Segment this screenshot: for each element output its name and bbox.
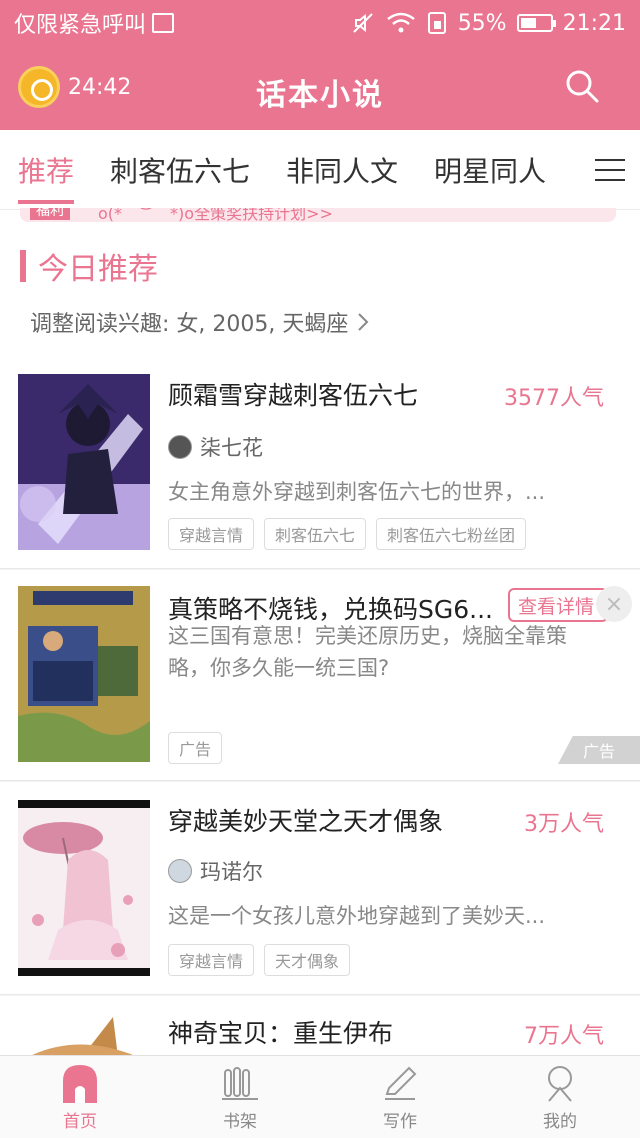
book-cover (18, 374, 150, 550)
section-header: 今日推荐 (20, 244, 158, 288)
nav-write-label: 写作 (383, 1112, 417, 1132)
book-tags: 穿越言情 刺客伍六七 刺客伍六七粉丝团 (168, 518, 527, 550)
status-bar: 仅限紧急呼叫 55% 21:21 (0, 0, 640, 46)
interest-text: 调整阅读兴趣: 女, 2005, 天蝎座 (30, 312, 349, 337)
book-card[interactable]: 神奇宝贝：重生伊布 7万人气 (0, 1008, 640, 1055)
book-card[interactable]: 顾霜雪穿越刺客伍六七 3577人气 柒七花 女主角意外穿越到刺客伍六七的世界，.… (0, 372, 640, 558)
promo-banner[interactable]: 福利 o(*￣︶￣*)o全策奖扶持计划>> (20, 208, 616, 222)
battery-icon (516, 14, 556, 32)
author-name: 柒七花 (200, 436, 263, 460)
tag-chip[interactable]: 穿越言情 (168, 518, 255, 550)
home-icon (60, 1063, 100, 1103)
tag-chip[interactable]: 刺客伍六七粉丝团 (376, 518, 527, 550)
book-author: 柒七花 (168, 432, 263, 462)
tab-non-fanfic[interactable]: 非同人文 (268, 150, 416, 190)
author-name: 玛诺尔 (200, 860, 263, 884)
divider (0, 780, 640, 782)
book-title: 穿越美妙天堂之天才偶象 (168, 807, 444, 836)
active-tab-indicator (18, 200, 74, 204)
book-description: 女主角意外穿越到刺客伍六七的世界，... (168, 480, 546, 504)
book-title: 神奇宝贝：重生伊布 (168, 1019, 394, 1048)
section-title: 今日推荐 (38, 252, 158, 287)
promo-text: o(*￣︶￣*)o全策奖扶持计划>> (98, 208, 333, 222)
chevron-right-icon (358, 313, 369, 331)
tab-recommend[interactable]: 推荐 (0, 150, 92, 190)
book-author: 玛诺尔 (168, 856, 263, 886)
bottom-navigation: 首页 书架 写作 我的 (0, 1055, 640, 1138)
menu-icon (595, 159, 625, 181)
nav-bookshelf[interactable]: 书架 (160, 1056, 320, 1138)
book-description: 这是一个女孩儿意外地穿越到了美妙天... (168, 904, 546, 928)
avatar (168, 435, 192, 459)
category-tabs: 推荐 刺客伍六七 非同人文 明星同人 运 (0, 130, 640, 210)
view-details-button[interactable]: 查看详情 (508, 588, 608, 622)
wifi-icon (386, 12, 415, 33)
popularity-count: 7万人气 (524, 1024, 604, 1049)
tag-chip[interactable]: 穿越言情 (168, 944, 255, 976)
popularity-count: 3577人气 (504, 386, 604, 411)
sim-icon (427, 12, 446, 34)
interest-settings-link[interactable]: 调整阅读兴趣: 女, 2005, 天蝎座 (30, 306, 370, 338)
search-icon[interactable] (564, 68, 600, 104)
clock: 21:21 (562, 10, 626, 36)
nav-home[interactable]: 首页 (0, 1056, 160, 1138)
nav-bookshelf-label: 书架 (223, 1112, 257, 1132)
battery-percent: 55% (457, 10, 507, 36)
bookshelf-icon (220, 1063, 260, 1103)
nav-profile[interactable]: 我的 (480, 1056, 640, 1138)
tab-menu-button[interactable] (580, 130, 640, 209)
close-ad-button[interactable]: × (596, 586, 632, 622)
ad-badge-text: 广告 (582, 742, 615, 761)
app-title: 话本小说 (256, 78, 384, 113)
avatar (168, 859, 192, 883)
ad-description: 这三国有意思！完美还原历史，烧脑全靠策略，你多久能一统三国? (168, 624, 567, 680)
book-tags: 穿越言情 天才偶象 (168, 944, 351, 976)
tag-chip[interactable]: 刺客伍六七 (264, 518, 367, 550)
tag-chip[interactable]: 天才偶象 (264, 944, 351, 976)
pen-icon (380, 1063, 420, 1103)
divider (0, 568, 640, 570)
promo-tag: 福利 (30, 208, 70, 220)
divider (0, 994, 640, 996)
tab-celebrity[interactable]: 明星同人 (416, 150, 564, 190)
tab-wuliuqi[interactable]: 刺客伍六七 (92, 150, 268, 190)
nav-home-label: 首页 (63, 1112, 97, 1132)
nav-profile-label: 我的 (543, 1112, 577, 1132)
app-bar: 24:42 话本小说 (0, 46, 640, 130)
section-marker (20, 250, 26, 282)
book-cover (18, 1012, 150, 1055)
book-title: 顾霜雪穿越刺客伍六七 (168, 381, 419, 410)
image-icon (152, 13, 175, 33)
notification-text: 仅限紧急呼叫 (14, 13, 147, 38)
mute-icon (352, 13, 373, 33)
profile-icon (540, 1063, 580, 1103)
nav-write[interactable]: 写作 (320, 1056, 480, 1138)
book-cover (18, 800, 150, 976)
ad-tags: 广告 (168, 732, 223, 764)
ad-tag: 广告 (168, 732, 223, 764)
popularity-count: 3万人气 (524, 812, 604, 837)
book-card[interactable]: 穿越美妙天堂之天才偶象 3万人气 玛诺尔 这是一个女孩儿意外地穿越到了美妙天..… (0, 796, 640, 984)
ad-image (18, 586, 150, 762)
